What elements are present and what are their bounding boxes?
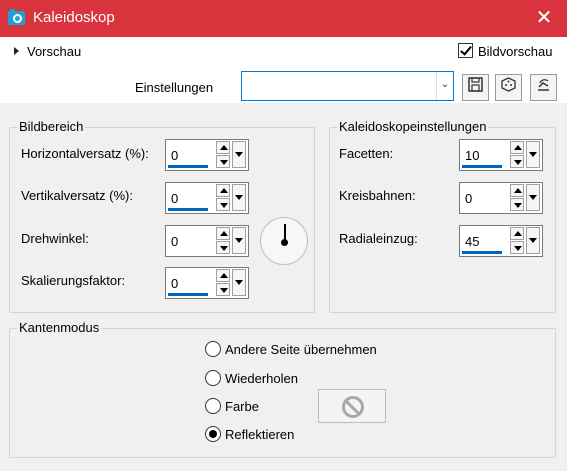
decrement-icon[interactable] [510,155,524,168]
radial-suck-value[interactable]: 45 [465,234,479,249]
rotation-angle-spinner[interactable]: 0 [165,225,249,257]
dropdown-arrow-icon[interactable] [526,184,540,211]
dropdown-arrow-icon[interactable] [232,227,246,254]
dropdown-arrow-icon[interactable] [232,269,246,296]
orbits-spinner[interactable]: 0 [459,182,543,214]
increment-icon[interactable] [216,269,230,282]
decrement-icon[interactable] [216,283,230,296]
orbits-value[interactable]: 0 [465,191,472,206]
radio-color-label[interactable]: Farbe [225,399,259,414]
save-icon [468,77,483,92]
decrement-icon[interactable] [510,198,524,211]
rotation-dial[interactable] [260,217,308,265]
edge-mode-title: Kantenmodus [17,320,102,335]
save-preset-button[interactable] [462,74,489,101]
radio-wrap[interactable] [205,341,221,357]
increment-icon[interactable] [510,184,524,197]
decrement-icon[interactable] [216,198,230,211]
dice-icon [501,77,516,92]
radio-repeat[interactable] [205,370,221,386]
vertical-offset-spinner[interactable]: 0 [165,182,249,214]
focus-underline [168,208,208,211]
radial-suck-spinner[interactable]: 45 [459,225,543,257]
decrement-icon[interactable] [216,241,230,254]
increment-icon[interactable] [216,141,230,154]
radio-reflect[interactable] [205,426,221,442]
focus-underline [168,165,208,168]
horizontal-offset-spinner[interactable]: 0 [165,139,249,171]
bildbereich-title: Bildbereich [17,119,86,134]
facets-value[interactable]: 10 [465,148,479,163]
reset-button[interactable] [530,74,557,101]
title-bar: Kaleidoskop ✕ [0,0,567,37]
focus-underline [462,165,502,168]
focus-underline [168,293,208,296]
rotation-angle-label: Drehwinkel: [21,231,89,246]
preview-checkbox[interactable] [458,43,473,58]
preview-checkbox-label[interactable]: Bildvorschau [478,44,552,59]
settings-label: Einstellungen [135,80,214,95]
preview-toggle[interactable]: Vorschau [27,44,81,59]
increment-icon[interactable] [216,227,230,240]
horizontal-offset-value[interactable]: 0 [171,148,178,163]
orbits-label: Kreisbahnen: [339,188,416,203]
radio-reflect-label[interactable]: Reflektieren [225,427,294,442]
facets-spinner[interactable]: 10 [459,139,543,171]
scale-factor-label: Skalierungsfaktor: [21,273,126,288]
dropdown-arrow-icon[interactable] [232,184,246,211]
radial-suck-label: Radialeinzug: [339,231,418,246]
dial-center [281,239,288,246]
close-button[interactable]: ✕ [521,0,567,37]
horizontal-offset-label: Horizontalversatz (%): [21,146,149,161]
chevron-down-icon[interactable]: ⌄ [436,72,453,100]
vertical-offset-label: Vertikalversatz (%): [21,188,133,203]
radio-wrap-label[interactable]: Andere Seite übernehmen [225,342,377,357]
decrement-icon[interactable] [510,241,524,254]
scale-factor-value[interactable]: 0 [171,276,178,291]
randomize-button[interactable] [495,74,522,101]
no-color-icon [342,396,364,418]
vertical-offset-value[interactable]: 0 [171,191,178,206]
kaleidoscope-settings-title: Kaleidoskopeinstellungen [337,119,489,134]
decrement-icon[interactable] [216,155,230,168]
dropdown-arrow-icon[interactable] [232,141,246,168]
focus-underline [462,251,502,254]
expand-arrow-icon[interactable] [14,47,19,55]
rotation-angle-value[interactable]: 0 [171,234,178,249]
window-title: Kaleidoskop [33,9,115,26]
dropdown-arrow-icon[interactable] [526,141,540,168]
increment-icon[interactable] [216,184,230,197]
radio-repeat-label[interactable]: Wiederholen [225,371,298,386]
increment-icon[interactable] [510,227,524,240]
radio-color[interactable] [205,398,221,414]
facets-label: Facetten: [339,146,394,161]
settings-dropdown[interactable]: ⌄ [241,71,454,101]
dropdown-arrow-icon[interactable] [526,227,540,254]
camera-icon [8,9,25,25]
scale-factor-spinner[interactable]: 0 [165,267,249,299]
increment-icon[interactable] [510,141,524,154]
edge-color-swatch[interactable] [318,389,386,423]
reset-icon [538,79,549,91]
top-panel: Vorschau Bildvorschau Einstellungen ⌄ [0,37,567,103]
